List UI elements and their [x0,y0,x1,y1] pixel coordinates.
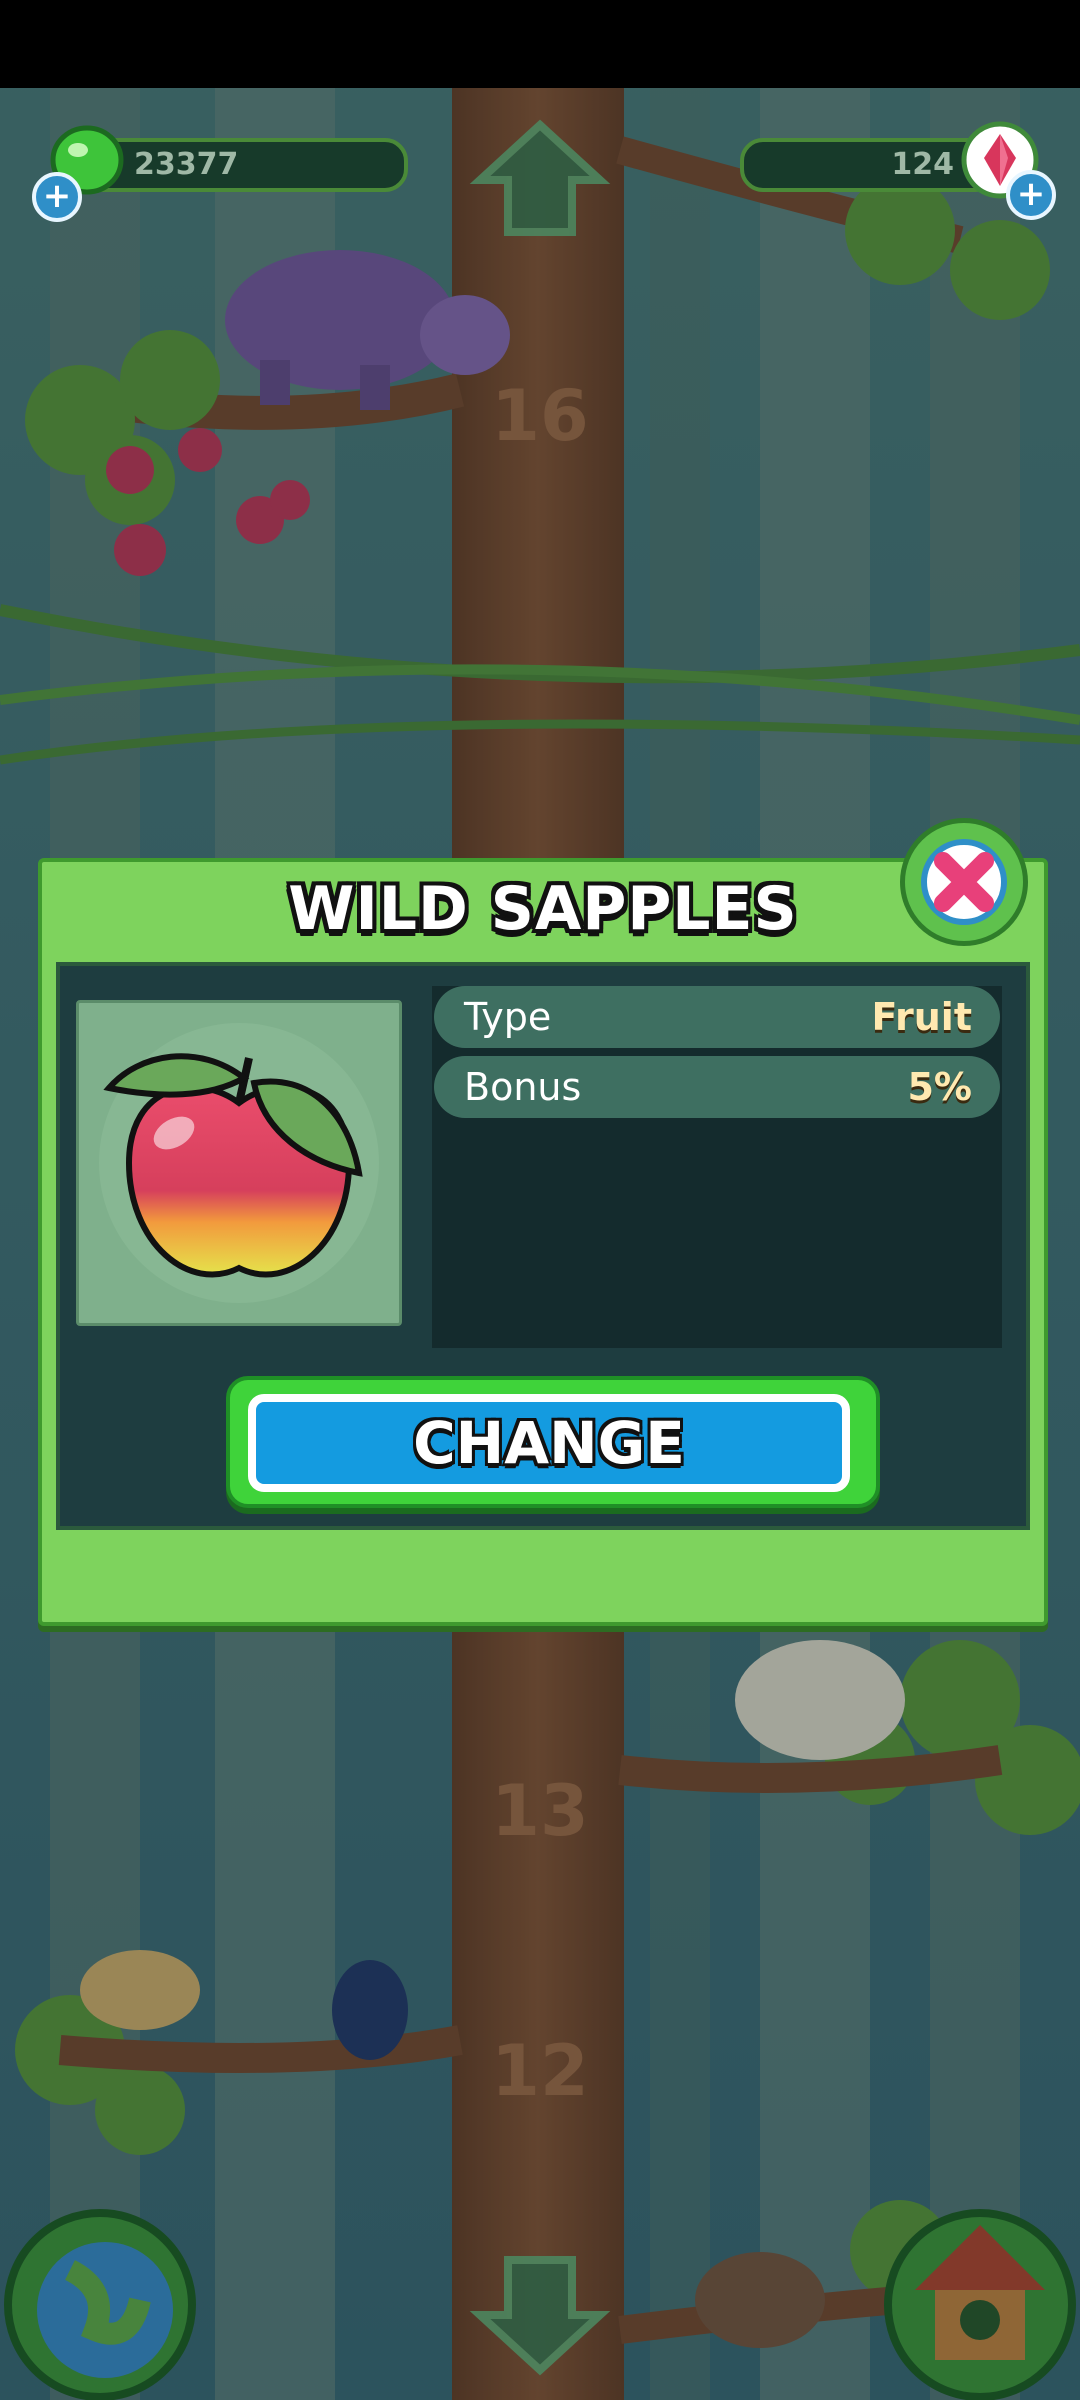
coins-value: 23377 [134,147,239,182]
stat-row-bonus: Bonus 5% [434,1056,1000,1118]
stat-label: Bonus [464,1065,582,1109]
close-dialog-button[interactable] [900,818,1028,946]
gems-value: 124 [891,147,954,182]
item-stats-panel: Type Fruit Bonus 5% [432,986,1002,1348]
change-button-label: CHANGE [248,1394,850,1492]
apple-fruit-icon [99,1023,379,1303]
stat-value: 5% [907,1065,972,1109]
item-image-frame [76,1000,402,1326]
stat-label: Type [464,995,552,1039]
close-x-icon [921,839,1007,925]
stat-value: Fruit [871,995,972,1039]
item-info-dialog: WILD SAPPLES Type Fruit Bonus 5% CHANGE [38,858,1048,1626]
stat-row-type: Type Fruit [434,986,1000,1048]
add-coins-button[interactable]: + [32,172,82,222]
add-gems-symbol: + [1016,174,1046,214]
dialog-content: Type Fruit Bonus 5% CHANGE [56,962,1030,1530]
dialog-title: WILD SAPPLES [288,874,798,944]
status-bar [0,0,1080,88]
add-coins-symbol: + [42,176,72,216]
add-gems-button[interactable]: + [1006,170,1056,220]
change-button[interactable]: CHANGE [226,1376,880,1508]
